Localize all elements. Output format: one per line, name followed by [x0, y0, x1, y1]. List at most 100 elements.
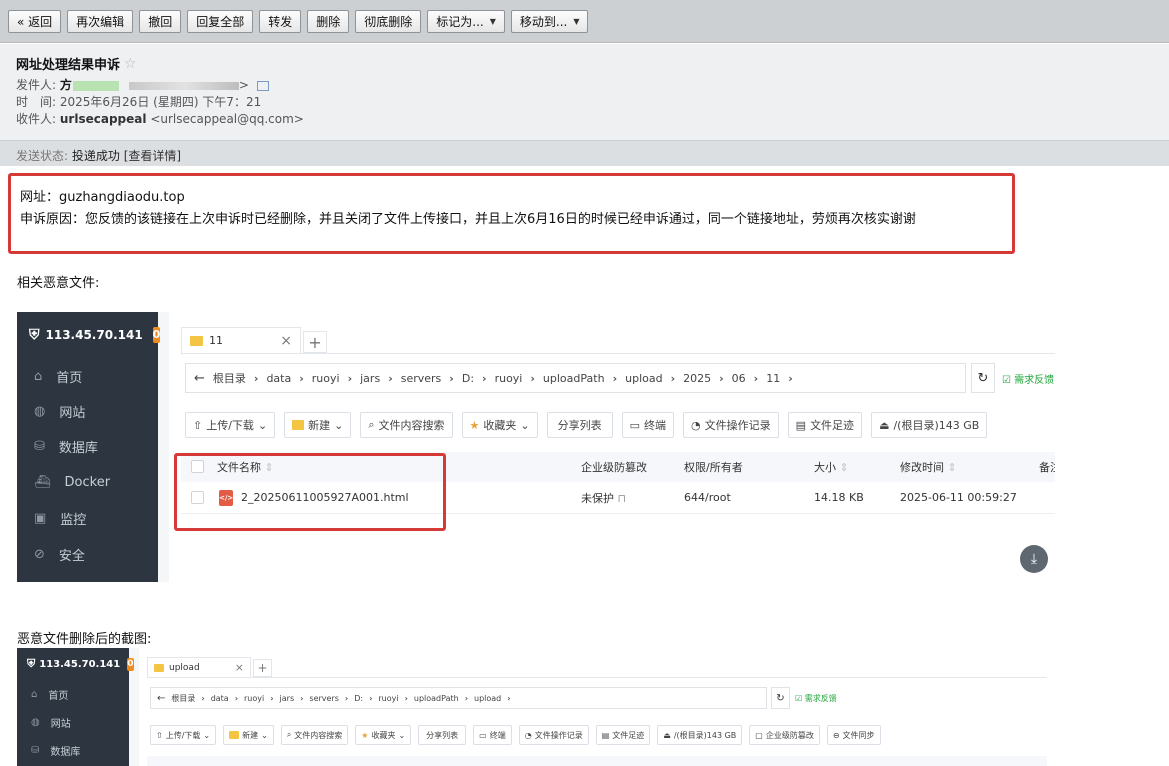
- new-button[interactable]: 新建 ⌄: [284, 412, 352, 438]
- col-permission[interactable]: 权限/所有者: [684, 459, 743, 475]
- col-mtime[interactable]: 修改时间 ⇕: [900, 459, 957, 475]
- reedit-button[interactable]: 再次编辑: [67, 9, 134, 33]
- chevron-down-icon: ▼: [573, 16, 580, 26]
- mark-as-dropdown[interactable]: 标记为... ▼: [427, 9, 505, 33]
- redacted-sender: [72, 80, 119, 91]
- chevron-down-icon: ▼: [489, 16, 496, 26]
- operation-log-button[interactable]: ◔ 文件操作记录: [518, 725, 589, 745]
- nav-item-database[interactable]: ⛁ 数据库: [17, 429, 158, 464]
- log-icon: ◔: [691, 418, 701, 432]
- tamper-protect-button[interactable]: ▢ 企业级防篡改: [749, 725, 820, 745]
- col-size[interactable]: 大小 ⇕: [814, 459, 849, 475]
- feedback-link[interactable]: ☑ 需求反馈: [795, 693, 837, 704]
- upload-download-button[interactable]: ⇧ 上传/下载 ⌄: [150, 725, 217, 745]
- permanent-delete-button[interactable]: 彻底删除: [355, 9, 422, 33]
- refresh-button[interactable]: ↻: [771, 687, 790, 709]
- file-sync-button[interactable]: ⊖ 文件同步: [826, 725, 881, 745]
- status-details-link[interactable]: [查看详情]: [124, 149, 181, 163]
- feedback-link[interactable]: ☑ 需求反馈: [1002, 371, 1054, 386]
- crumb[interactable]: ruoyi: [378, 694, 398, 703]
- back-arrow-icon[interactable]: ←: [157, 693, 165, 704]
- download-icon[interactable]: ⤓: [1020, 545, 1048, 573]
- tab-current-folder[interactable]: 11 ×: [181, 327, 301, 353]
- disk-button[interactable]: ⏏/(根目录)143 GB: [657, 725, 743, 745]
- forward-button[interactable]: 转发: [259, 9, 302, 33]
- share-list-button[interactable]: 分享列表: [546, 412, 613, 438]
- file-footprint-button[interactable]: ▤ 文件足迹: [595, 725, 651, 745]
- nav-item-security[interactable]: ⊘ 安全: [17, 536, 158, 572]
- operation-log-button[interactable]: ◔ 文件操作记录: [683, 412, 779, 438]
- crumb[interactable]: data: [266, 372, 291, 385]
- crumb[interactable]: ruoyi: [495, 372, 523, 385]
- crumb[interactable]: 06: [732, 372, 746, 385]
- folder-icon: [190, 335, 203, 346]
- contact-card-icon[interactable]: [256, 80, 269, 91]
- content-search-button[interactable]: ⌕ 文件内容搜索: [280, 725, 349, 745]
- server-ip: 113.45.70.141: [45, 328, 143, 342]
- nav-item-home[interactable]: ⌂ 首页: [17, 680, 129, 708]
- disk-icon: ⏏: [663, 730, 671, 740]
- delete-button[interactable]: 删除: [307, 9, 350, 33]
- crumb[interactable]: jars: [360, 372, 380, 385]
- file-table-header: [147, 756, 1047, 766]
- terminal-button[interactable]: ▭ 终端: [621, 412, 675, 438]
- crumb[interactable]: servers: [401, 372, 442, 385]
- crumb[interactable]: 11: [766, 372, 780, 385]
- nav-item-home[interactable]: ⌂ 首页: [17, 358, 158, 394]
- crumb[interactable]: D:: [354, 694, 363, 703]
- crumb[interactable]: jars: [280, 694, 295, 703]
- col-protect[interactable]: 企业级防篡改: [581, 459, 647, 475]
- nav-item-monitor[interactable]: ▣ 监控: [17, 500, 158, 536]
- crumb[interactable]: uploadPath: [543, 372, 605, 385]
- nav-sites-label: 网站: [50, 718, 71, 730]
- disk-button[interactable]: ⏏/(根目录)143 GB: [871, 412, 988, 438]
- nav-item-sites[interactable]: ◍ 网站: [17, 394, 158, 429]
- crumb[interactable]: upload: [625, 372, 662, 385]
- folder-icon: [229, 731, 240, 739]
- refresh-button[interactable]: ↻: [971, 363, 995, 393]
- nav-item-database[interactable]: ⛁ 数据库: [17, 736, 129, 764]
- favorites-button[interactable]: ★ 收藏夹 ⌄: [461, 412, 538, 438]
- recipient-name[interactable]: urlsecappeal: [60, 112, 147, 126]
- terminal-icon: ▭: [479, 730, 487, 740]
- star-icon[interactable]: ☆: [124, 56, 137, 72]
- crumb[interactable]: 根目录: [213, 370, 246, 386]
- add-tab-button[interactable]: +: [253, 659, 272, 677]
- related-files-title: 相关恶意文件:: [17, 276, 100, 291]
- permission-cell[interactable]: 644/root: [684, 491, 731, 504]
- upload-download-button[interactable]: ⇧ 上传/下载 ⌄: [185, 412, 276, 438]
- footprint-icon: ▤: [795, 418, 807, 432]
- crumb[interactable]: 2025: [683, 372, 711, 385]
- close-icon[interactable]: ×: [235, 661, 244, 674]
- close-icon[interactable]: ×: [280, 333, 292, 349]
- tab-current-folder[interactable]: upload ×: [147, 657, 251, 677]
- col-note[interactable]: 备注: [1039, 459, 1055, 475]
- crumb[interactable]: uploadPath: [414, 694, 459, 703]
- nav-item-sites[interactable]: ◍ 网站: [17, 708, 129, 736]
- new-button[interactable]: 新建 ⌄: [223, 725, 274, 745]
- crumb[interactable]: D:: [462, 372, 474, 385]
- crumb[interactable]: 根目录: [171, 693, 195, 704]
- content-search-button[interactable]: ⌕ 文件内容搜索: [360, 412, 453, 438]
- tab-name: 11: [209, 334, 223, 347]
- appeal-reason: 申诉原因：您反馈的该链接在上次申诉时已经删除，并且关闭了文件上传接口，并且上次6…: [20, 212, 916, 227]
- recall-button[interactable]: 撤回: [139, 9, 182, 33]
- crumb[interactable]: ruoyi: [312, 372, 340, 385]
- crumb[interactable]: data: [211, 694, 229, 703]
- favorites-button[interactable]: ★ 收藏夹 ⌄: [355, 725, 412, 745]
- add-tab-button[interactable]: +: [303, 331, 327, 353]
- move-to-dropdown[interactable]: 移动到... ▼: [510, 9, 589, 33]
- crumb[interactable]: ruoyi: [244, 694, 264, 703]
- sender-name[interactable]: 方: [60, 78, 72, 92]
- nav-item-docker[interactable]: ⛴ Docker: [17, 464, 158, 500]
- back-button[interactable]: « 返回: [8, 9, 62, 33]
- file-footprint-button[interactable]: ▤ 文件足迹: [787, 412, 863, 438]
- btn-label: 企业级防篡改: [765, 730, 814, 740]
- terminal-button[interactable]: ▭ 终端: [473, 725, 512, 745]
- time-line: 时 间: 2025年6月26日 (星期四) 下午7：21: [16, 94, 1169, 111]
- share-list-button[interactable]: 分享列表: [418, 725, 467, 745]
- crumb[interactable]: servers: [309, 694, 339, 703]
- reply-all-button[interactable]: 回复全部: [187, 9, 254, 33]
- crumb[interactable]: upload: [474, 694, 501, 703]
- back-arrow-icon[interactable]: ←: [194, 371, 205, 386]
